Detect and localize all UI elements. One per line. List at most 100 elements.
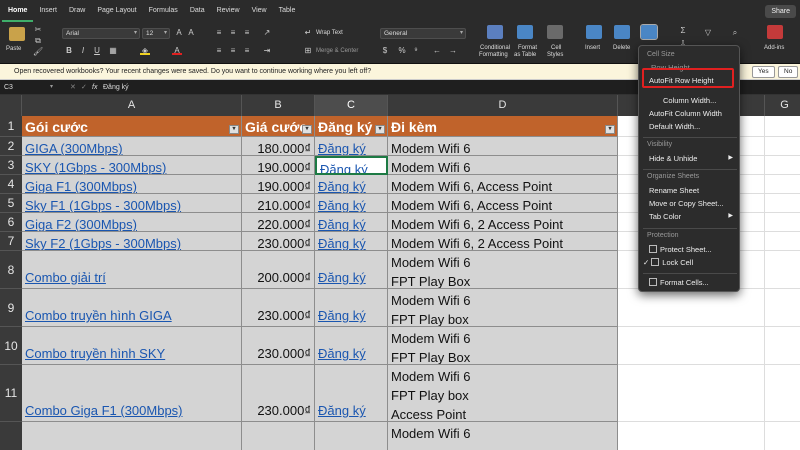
increase-decimal-icon[interactable]: → bbox=[448, 46, 458, 55]
insert-cells-icon[interactable] bbox=[586, 25, 602, 39]
paste-icon[interactable] bbox=[9, 27, 25, 41]
sort-filter-icon[interactable]: ▽ bbox=[703, 28, 713, 37]
wrap-text-button[interactable]: Wrap Text bbox=[316, 30, 343, 36]
currency-icon[interactable]: $ bbox=[380, 46, 390, 55]
price-cell[interactable]: 230.000₫ bbox=[242, 365, 315, 422]
empty-cell[interactable] bbox=[765, 422, 800, 450]
price-cell[interactable]: 210.000₫ bbox=[242, 194, 315, 213]
table-header-cell[interactable]: Gói cước ▾ bbox=[22, 116, 242, 137]
recovery-no-button[interactable]: No bbox=[778, 66, 799, 78]
comma-icon[interactable]: ⁹ bbox=[411, 46, 421, 55]
menu-item-autofit-column-width[interactable]: AutoFit Column Width bbox=[641, 107, 738, 120]
active-cell[interactable]: Đăng ký bbox=[315, 156, 388, 175]
align-left-icon[interactable]: ≡ bbox=[214, 46, 224, 55]
price-cell[interactable]: 190.000₫ bbox=[242, 175, 315, 194]
empty-cell[interactable] bbox=[765, 137, 800, 156]
fill-color-icon[interactable]: ◈ bbox=[140, 46, 150, 55]
orientation-icon[interactable]: ↗ bbox=[262, 28, 272, 37]
tab-review[interactable]: Review bbox=[211, 0, 246, 22]
menu-item-format-cells[interactable]: Format Cells... bbox=[641, 276, 738, 289]
enter-icon[interactable]: ✓ bbox=[81, 80, 87, 95]
empty-cell[interactable] bbox=[765, 251, 800, 289]
tab-formulas[interactable]: Formulas bbox=[143, 0, 184, 22]
format-painter-icon[interactable]: 🖌 bbox=[33, 47, 43, 56]
empty-cell[interactable] bbox=[618, 422, 765, 450]
included-cell[interactable]: Modem Wifi 6, Access Point bbox=[388, 194, 618, 213]
format-cells-icon[interactable] bbox=[640, 24, 658, 40]
row-header[interactable]: 2 bbox=[0, 137, 22, 156]
share-button[interactable]: Share bbox=[765, 5, 796, 18]
menu-item-rename-sheet[interactable]: Rename Sheet bbox=[641, 184, 738, 197]
plan-link[interactable]: SKY (1Gbps - 300Mbps) bbox=[22, 156, 242, 175]
decrease-decimal-icon[interactable]: ← bbox=[432, 46, 442, 55]
register-link[interactable]: Đăng ký bbox=[315, 365, 388, 422]
row-header[interactable]: 1 bbox=[0, 116, 22, 137]
cancel-icon[interactable]: ✕ bbox=[70, 80, 76, 95]
decrease-font-icon[interactable]: A bbox=[186, 28, 196, 37]
font-color-icon[interactable]: A bbox=[172, 46, 182, 55]
empty-cell[interactable] bbox=[618, 327, 765, 365]
row-header[interactable]: 9 bbox=[0, 289, 22, 327]
filter-dropdown-icon[interactable]: ▾ bbox=[229, 125, 239, 134]
included-cell[interactable]: Modem Wifi 6 FPT Play Box bbox=[388, 251, 618, 289]
tab-view[interactable]: View bbox=[246, 0, 273, 22]
sum-icon[interactable]: Σ bbox=[678, 26, 688, 35]
empty-cell[interactable] bbox=[765, 116, 800, 137]
row-header[interactable]: 10 bbox=[0, 327, 22, 365]
price-cell[interactable]: 230.000₫ bbox=[242, 232, 315, 251]
register-link[interactable]: Đăng ký bbox=[315, 327, 388, 365]
tab-draw[interactable]: Draw bbox=[63, 0, 91, 22]
menu-item-tab-color[interactable]: Tab Color ▶ bbox=[641, 210, 738, 223]
borders-icon[interactable]: ▦ bbox=[108, 46, 118, 55]
row-header[interactable] bbox=[0, 422, 22, 450]
row-header[interactable]: 4 bbox=[0, 175, 22, 194]
plan-link[interactable]: Combo truyền hình GIGA bbox=[22, 289, 242, 327]
price-cell[interactable]: 180.000₫ bbox=[242, 137, 315, 156]
empty-cell[interactable] bbox=[765, 232, 800, 251]
empty-cell[interactable] bbox=[765, 327, 800, 365]
tab-data[interactable]: Data bbox=[184, 0, 211, 22]
empty-cell[interactable] bbox=[618, 365, 765, 422]
column-header-B[interactable]: B bbox=[242, 95, 315, 116]
align-center-icon[interactable]: ≡ bbox=[228, 46, 238, 55]
merge-center-button[interactable]: Merge & Center bbox=[316, 48, 358, 54]
plan-link[interactable]: Combo truyền hình SKY bbox=[22, 327, 242, 365]
indent-icon[interactable]: ⇥ bbox=[262, 46, 272, 55]
menu-item-lock-cell[interactable]: ✓ Lock Cell bbox=[641, 256, 738, 269]
row-header[interactable]: 8 bbox=[0, 251, 22, 289]
plan-link[interactable]: GIGA (300Mbps) bbox=[22, 137, 242, 156]
filter-dropdown-icon[interactable]: ▾ bbox=[375, 125, 385, 134]
conditional-formatting-icon[interactable] bbox=[487, 25, 503, 39]
plan-link[interactable]: Giga F1 (300Mbps) bbox=[22, 175, 242, 194]
menu-item-protect-sheet[interactable]: Protect Sheet... bbox=[641, 243, 738, 256]
empty-cell[interactable] bbox=[765, 175, 800, 194]
filter-dropdown-icon[interactable]: ▾ bbox=[302, 125, 312, 134]
formula-input[interactable]: Đăng ký bbox=[103, 80, 129, 95]
align-middle-icon[interactable]: ≡ bbox=[228, 28, 238, 37]
find-icon[interactable]: ⌕ bbox=[730, 28, 740, 37]
included-cell[interactable]: Modem Wifi 6, 2 Access Point bbox=[388, 232, 618, 251]
increase-font-icon[interactable]: A bbox=[174, 28, 184, 37]
filter-dropdown-icon[interactable]: ▾ bbox=[605, 125, 615, 134]
empty-cell[interactable] bbox=[765, 194, 800, 213]
menu-item-column-width[interactable]: Column Width... bbox=[641, 94, 738, 107]
align-top-icon[interactable]: ≡ bbox=[214, 28, 224, 37]
plan-link[interactable]: Combo giải trí bbox=[22, 251, 242, 289]
empty-cell[interactable] bbox=[765, 365, 800, 422]
register-link[interactable] bbox=[315, 422, 388, 450]
register-link[interactable]: Đăng ký bbox=[315, 289, 388, 327]
price-cell[interactable]: 230.000₫ bbox=[242, 327, 315, 365]
register-link[interactable]: Đăng ký bbox=[315, 175, 388, 194]
included-cell[interactable]: Modem Wifi 6, Access Point bbox=[388, 175, 618, 194]
fx-label[interactable]: fx bbox=[92, 80, 97, 95]
included-cell[interactable]: Modem Wifi 6 bbox=[388, 137, 618, 156]
bold-icon[interactable]: B bbox=[64, 46, 74, 55]
register-link[interactable]: Đăng ký bbox=[315, 213, 388, 232]
included-cell[interactable]: Modem Wifi 6 FPT Play Box bbox=[388, 327, 618, 365]
delete-cells-icon[interactable] bbox=[614, 25, 630, 39]
register-link[interactable]: Đăng ký bbox=[315, 137, 388, 156]
empty-cell[interactable] bbox=[765, 156, 800, 175]
italic-icon[interactable]: I bbox=[78, 46, 88, 55]
addins-icon[interactable] bbox=[767, 25, 783, 39]
empty-cell[interactable] bbox=[765, 289, 800, 327]
